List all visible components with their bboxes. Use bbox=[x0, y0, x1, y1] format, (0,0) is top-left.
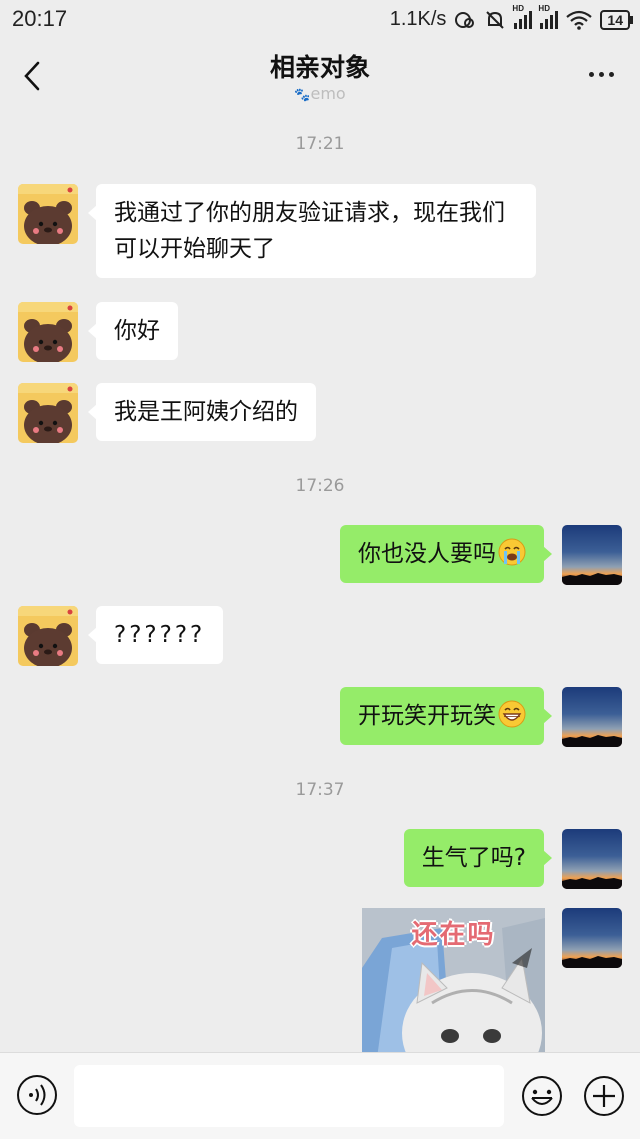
chat-subtitle: 🐾emo bbox=[294, 84, 346, 103]
mute-icon bbox=[486, 10, 505, 29]
message-bubble[interactable]: 我通过了你的朋友验证请求，现在我们可以开始聊天了 bbox=[88, 184, 536, 278]
chat-title: 相亲对象 bbox=[269, 53, 370, 82]
avatar[interactable] bbox=[18, 606, 78, 666]
avatar[interactable] bbox=[18, 184, 78, 244]
avatar[interactable] bbox=[562, 525, 622, 585]
crying-face-icon bbox=[498, 538, 526, 566]
status-bar: 20:17 1.1K/s HD HD 14 bbox=[0, 0, 640, 40]
emoji-icon[interactable] bbox=[520, 1074, 564, 1118]
message-bubble[interactable]: ?????? bbox=[87, 606, 224, 664]
message-text: 你也没人要吗 bbox=[358, 541, 496, 567]
voice-icon[interactable] bbox=[16, 1074, 58, 1116]
timestamp: 17:26 bbox=[295, 476, 345, 496]
avatar[interactable] bbox=[562, 908, 622, 968]
message-bubble[interactable]: 你好 bbox=[88, 302, 178, 360]
more-dots-icon[interactable] bbox=[589, 72, 614, 77]
chat-header: 相亲对象 🐾emo bbox=[0, 40, 640, 112]
plus-icon[interactable] bbox=[582, 1074, 626, 1118]
avatar[interactable] bbox=[562, 687, 622, 747]
sync-icon bbox=[455, 11, 475, 28]
avatar[interactable] bbox=[562, 829, 622, 889]
message-bubble[interactable]: 开玩笑开玩笑 bbox=[340, 687, 552, 745]
status-icons: 1.1K/s HD HD 14 bbox=[389, 4, 633, 31]
status-time: 20:17 bbox=[12, 6, 68, 31]
sticker-message[interactable]: 还在吗 bbox=[362, 908, 545, 1058]
network-speed: 1.1K/s bbox=[389, 8, 447, 30]
timestamp: 17:37 bbox=[295, 780, 345, 800]
message-bubble[interactable]: 你也没人要吗 bbox=[340, 525, 552, 583]
sticker-caption: 还在吗 bbox=[411, 920, 496, 950]
input-bar bbox=[0, 1052, 640, 1139]
timestamp: 17:21 bbox=[295, 134, 345, 154]
signal-icon-2: HD bbox=[538, 4, 559, 29]
avatar[interactable] bbox=[18, 383, 78, 443]
signal-icon: HD bbox=[512, 4, 533, 29]
message-bubble[interactable]: 生气了吗? bbox=[403, 829, 553, 887]
grinning-face-icon bbox=[498, 700, 526, 728]
paw-icon: 🐾 bbox=[294, 88, 311, 103]
message-bubble[interactable]: 我是王阿姨介绍的 bbox=[88, 383, 316, 441]
message-text: 开玩笑开玩笑 bbox=[358, 703, 496, 729]
battery-icon: 14 bbox=[600, 9, 633, 30]
wifi-icon bbox=[566, 10, 593, 30]
avatar[interactable] bbox=[18, 302, 78, 362]
message-input[interactable] bbox=[74, 1065, 504, 1127]
